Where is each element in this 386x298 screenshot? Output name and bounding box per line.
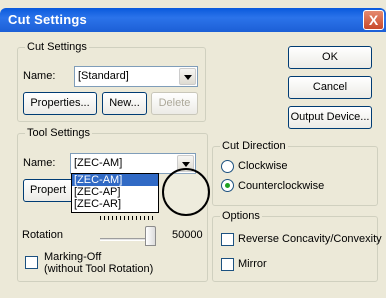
reverse-concavity-label: Reverse Concavity/Convexity — [238, 233, 382, 245]
marking-off-label: Marking-Off (without Tool Rotation) — [44, 251, 153, 275]
cut-name-combo[interactable]: [Standard] — [74, 66, 198, 87]
tool-settings-legend: Tool Settings — [25, 127, 92, 139]
rotation-value: 50000 — [172, 229, 203, 241]
cut-delete-button[interactable]: Delete — [151, 92, 198, 115]
cut-direction-legend: Cut Direction — [220, 140, 288, 152]
marking-off-line1: Marking-Off — [44, 251, 102, 263]
clockwise-label: Clockwise — [238, 160, 288, 172]
cut-new-button[interactable]: New... — [102, 92, 147, 115]
tool-name-value: [ZEC-AM] — [74, 157, 123, 169]
counterclockwise-radio[interactable] — [221, 179, 234, 192]
dropdown-option[interactable]: [ZEC-AR] — [72, 198, 158, 210]
highlight-circle — [162, 168, 210, 216]
chevron-down-icon[interactable] — [179, 68, 196, 85]
cut-direction-group: Cut Direction — [212, 140, 378, 206]
window-title: Cut Settings — [8, 12, 87, 27]
cut-settings-legend: Cut Settings — [25, 41, 89, 53]
dropdown-option[interactable]: [ZEC-AM] — [72, 174, 158, 186]
tool-name-label: Name: — [23, 157, 56, 169]
clockwise-radio[interactable] — [221, 160, 234, 173]
mirror-label: Mirror — [238, 258, 267, 270]
rotation-label: Rotation — [22, 229, 63, 241]
options-legend: Options — [220, 210, 262, 222]
counterclockwise-label: Counterclockwise — [238, 180, 325, 192]
options-group: Options — [212, 210, 378, 282]
title-bar[interactable]: Cut Settings X — [0, 8, 386, 32]
close-button[interactable]: X — [363, 10, 384, 30]
cut-settings-dialog: Cut Settings X Cut Settings Name: [Stand… — [0, 0, 386, 298]
tool-name-dropdown-list[interactable]: [ZEC-AM] [ZEC-AP] [ZEC-AR] — [71, 173, 159, 213]
tool-properties-label: Propert — [30, 184, 67, 196]
cut-properties-button[interactable]: Properties... — [23, 92, 97, 115]
marking-off-checkbox[interactable] — [25, 256, 38, 269]
dropdown-option[interactable]: [ZEC-AP] — [72, 186, 158, 198]
output-device-button[interactable]: Output Device... — [288, 106, 372, 129]
rotation-slider-ticks — [100, 216, 155, 220]
cut-name-label: Name: — [23, 70, 56, 82]
rotation-slider-thumb[interactable] — [145, 226, 156, 246]
marking-off-line2: (without Tool Rotation) — [44, 263, 154, 275]
dialog-body: Cut Settings Name: [Standard] Properties… — [0, 32, 386, 298]
close-icon: X — [368, 12, 379, 28]
ok-button[interactable]: OK — [288, 46, 372, 69]
cancel-button[interactable]: Cancel — [288, 76, 372, 99]
cut-name-value: [Standard] — [78, 70, 129, 82]
mirror-checkbox[interactable] — [221, 258, 234, 271]
reverse-concavity-checkbox[interactable] — [221, 233, 234, 246]
